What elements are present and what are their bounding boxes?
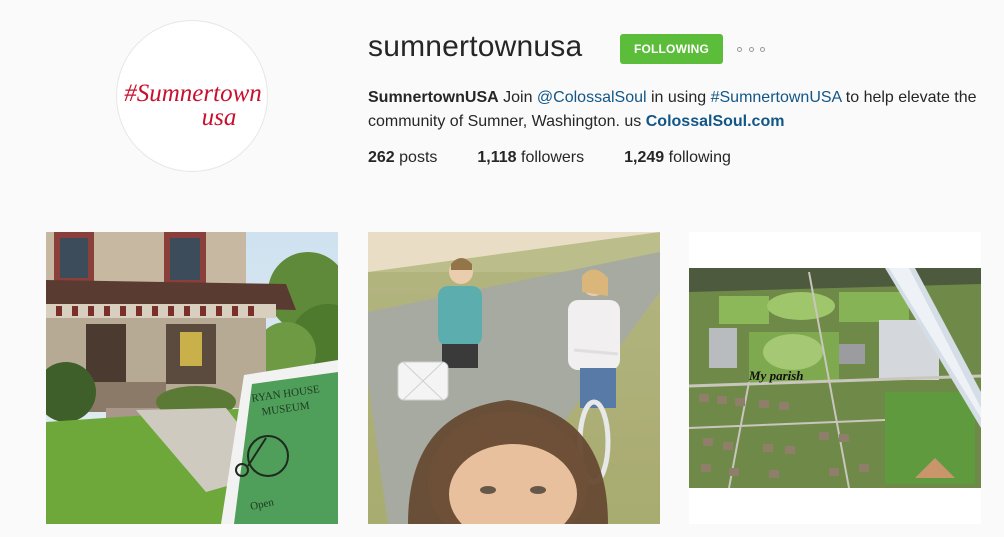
avatar-text-line1: #Sumnertown: [124, 80, 262, 107]
following-label: following: [664, 149, 731, 166]
profile-stats: 262 posts 1,118 followers 1,249 followin…: [368, 149, 771, 167]
bio-mention-link[interactable]: @ColossalSoul: [537, 89, 647, 106]
posts-count: 262 posts: [368, 149, 437, 167]
posts-label: posts: [394, 149, 438, 166]
followers-number: 1,118: [477, 149, 517, 166]
following-number: 1,249: [624, 149, 665, 166]
post-image-museum: RYAN HOUSE MUSEUM Open: [46, 232, 338, 524]
dot-icon: [748, 46, 754, 52]
followers-label: followers: [516, 149, 585, 166]
posts-number: 262: [368, 149, 395, 166]
post-image-bike-ride: [368, 232, 660, 524]
avatar-text-line2: usa: [202, 104, 237, 131]
bio-hashtag-link[interactable]: #SumnertownUSA: [711, 89, 842, 106]
post-thumbnail[interactable]: [368, 232, 660, 524]
post-caption-text: My parish: [748, 368, 804, 383]
bio-text: Join: [498, 89, 537, 106]
avatar-logo: #Sumnertown usa: [124, 80, 262, 131]
post-thumbnail[interactable]: My parish: [689, 232, 981, 524]
dot-icon: [760, 46, 765, 52]
post-thumbnail[interactable]: RYAN HOUSE MUSEUM Open: [46, 232, 338, 524]
post-image-aerial: My parish: [689, 232, 981, 524]
dot-icon: [737, 46, 742, 52]
profile-username: sumnertownusa: [368, 30, 583, 63]
following-button[interactable]: FOLLOWING: [620, 34, 723, 64]
bio-website-link[interactable]: ColossalSoul.com: [646, 113, 785, 130]
followers-link[interactable]: 1,118 followers: [477, 149, 584, 167]
more-options-icon[interactable]: [737, 40, 765, 58]
profile-bio: SumnertownUSA Join @ColossalSoul in usin…: [368, 86, 988, 134]
bio-name: SumnertownUSA: [368, 89, 499, 106]
following-link[interactable]: 1,249 following: [624, 149, 731, 167]
bio-text: in using: [646, 89, 711, 106]
profile-avatar[interactable]: #Sumnertown usa: [116, 20, 268, 172]
